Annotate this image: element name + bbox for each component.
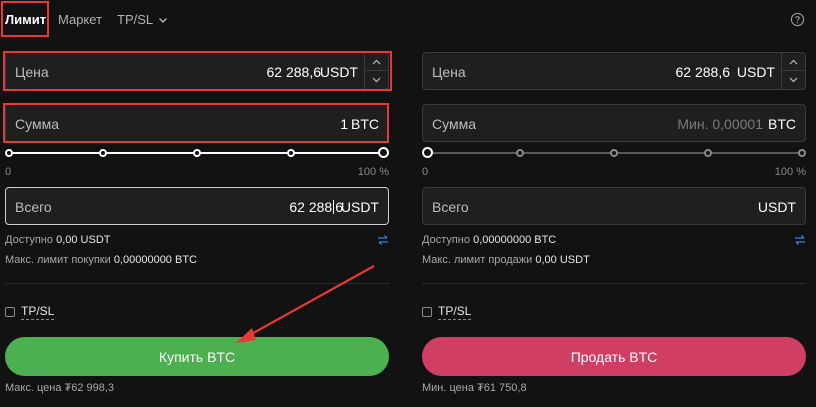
slider-stop-0[interactable]: [5, 149, 13, 157]
buy-panel: Цена 62 288,6 USDT Сумма 1 BTC 0 100 % В…: [5, 52, 389, 402]
swap-icon[interactable]: [794, 234, 806, 246]
buy-tpsl-checkbox[interactable]: [5, 307, 15, 317]
slider-stop-50[interactable]: [193, 149, 201, 157]
chevron-down-icon: [159, 17, 168, 23]
sell-tpsl-checkbox[interactable]: [422, 307, 432, 317]
sell-amount-unit: BTC: [768, 116, 796, 132]
sell-button[interactable]: Продать BTC: [422, 337, 806, 376]
chevron-up-icon: [372, 59, 381, 64]
buy-button[interactable]: Купить BTC: [5, 337, 389, 376]
buy-amount-unit: BTC: [351, 116, 379, 132]
tab-limit[interactable]: Лимит: [5, 12, 46, 27]
sell-max-value: 0,00 USDT: [535, 254, 590, 266]
buy-total-value-int: 62 288: [289, 199, 333, 215]
divider: [422, 283, 806, 284]
sell-max-limit: Макс. лимит продажи 0,00 USDT: [422, 254, 590, 266]
sell-available: Доступно 0,00000000 BTC: [422, 234, 556, 246]
chevron-down-icon: [372, 77, 381, 83]
buy-price-unit: USDT: [319, 64, 358, 80]
sell-tpsl-option[interactable]: TP/SL: [422, 304, 472, 320]
slider-stop-25[interactable]: [516, 149, 524, 157]
swap-icon[interactable]: [377, 234, 389, 246]
buy-amount-value: 1: [340, 116, 348, 132]
sell-price-decrement[interactable]: [782, 71, 805, 89]
buy-tpsl-option[interactable]: TP/SL: [5, 304, 55, 320]
sell-total-field[interactable]: Всего USDT: [422, 187, 806, 225]
help-icon[interactable]: [790, 12, 805, 27]
buy-price-field[interactable]: Цена 62 288,6 USDT: [5, 52, 389, 90]
sell-price-stepper: [781, 53, 805, 89]
sell-min-price-note: Мин. цена ₮61 750,8: [422, 382, 527, 394]
slider-max-label: 100 %: [357, 166, 389, 178]
sell-available-value: 0,00000000 BTC: [473, 234, 557, 246]
slider-min-label: 0: [5, 166, 12, 178]
buy-price-decrement[interactable]: [365, 71, 388, 89]
buy-max-value: 0,00000000 BTC: [113, 254, 197, 266]
sell-amount-label: Сумма: [432, 116, 476, 132]
slider-stop-100[interactable]: [798, 149, 806, 157]
sell-total-unit: USDT: [757, 199, 796, 215]
buy-price-label: Цена: [15, 64, 49, 80]
buy-tpsl-label: TP/SL: [21, 304, 55, 320]
buy-amount-slider[interactable]: [5, 147, 389, 159]
buy-total-value: 62 288 6: [289, 199, 343, 215]
slider-stop-75[interactable]: [704, 149, 712, 157]
tab-tpsl[interactable]: TP/SL: [117, 12, 168, 27]
buy-amount-label: Сумма: [15, 116, 59, 132]
sell-max-label: Макс. лимит продажи: [422, 254, 533, 266]
chevron-down-icon: [789, 77, 798, 83]
buy-price-increment[interactable]: [365, 53, 388, 71]
buy-price-stepper: [364, 53, 388, 89]
buy-max-limit: Макс. лимит покупки 0,00000000 BTC: [5, 254, 197, 266]
buy-total-label: Всего: [15, 199, 52, 215]
buy-total-field[interactable]: Всего 62 288 6 USDT: [5, 187, 389, 225]
sell-panel: Цена 62 288,6 USDT Сумма Мин. 0,00001 BT…: [422, 52, 806, 402]
buy-available: Доступно 0,00 USDT: [5, 234, 111, 246]
slider-stop-75[interactable]: [287, 149, 295, 157]
sell-amount-slider[interactable]: [422, 147, 806, 159]
sell-price-increment[interactable]: [782, 53, 805, 71]
divider: [5, 283, 389, 284]
sell-available-label: Доступно: [422, 234, 471, 246]
slider-handle[interactable]: [378, 147, 389, 158]
buy-max-price-note: Макс. цена ₮62 998,3: [5, 382, 115, 394]
buy-price-value: 62 288,6: [266, 64, 322, 80]
slider-max-label: 100 %: [774, 166, 806, 178]
sell-amount-field[interactable]: Сумма Мин. 0,00001 BTC: [422, 104, 806, 142]
sell-amount-placeholder: Мин. 0,00001: [677, 116, 763, 132]
tab-tpsl-label: TP/SL: [117, 12, 154, 27]
buy-max-label: Макс. лимит покупки: [5, 254, 111, 266]
sell-tpsl-label: TP/SL: [438, 304, 472, 320]
buy-available-label: Доступно: [5, 234, 54, 246]
order-type-tabs: Лимит Маркет TP/SL: [0, 0, 816, 38]
slider-min-label: 0: [422, 166, 429, 178]
slider-stop-25[interactable]: [99, 149, 107, 157]
buy-total-unit: USDT: [340, 199, 379, 215]
tab-market[interactable]: Маркет: [58, 12, 102, 27]
slider-stop-50[interactable]: [610, 149, 618, 157]
sell-price-label: Цена: [432, 64, 466, 80]
buy-available-value: 0,00 USDT: [56, 234, 111, 246]
sell-price-field[interactable]: Цена 62 288,6 USDT: [422, 52, 806, 90]
chevron-up-icon: [789, 59, 798, 64]
slider-handle[interactable]: [422, 147, 433, 158]
sell-price-unit: USDT: [736, 64, 775, 80]
sell-total-label: Всего: [432, 199, 469, 215]
sell-price-value: 62 288,6: [675, 64, 731, 80]
buy-amount-field[interactable]: Сумма 1 BTC: [5, 104, 389, 142]
